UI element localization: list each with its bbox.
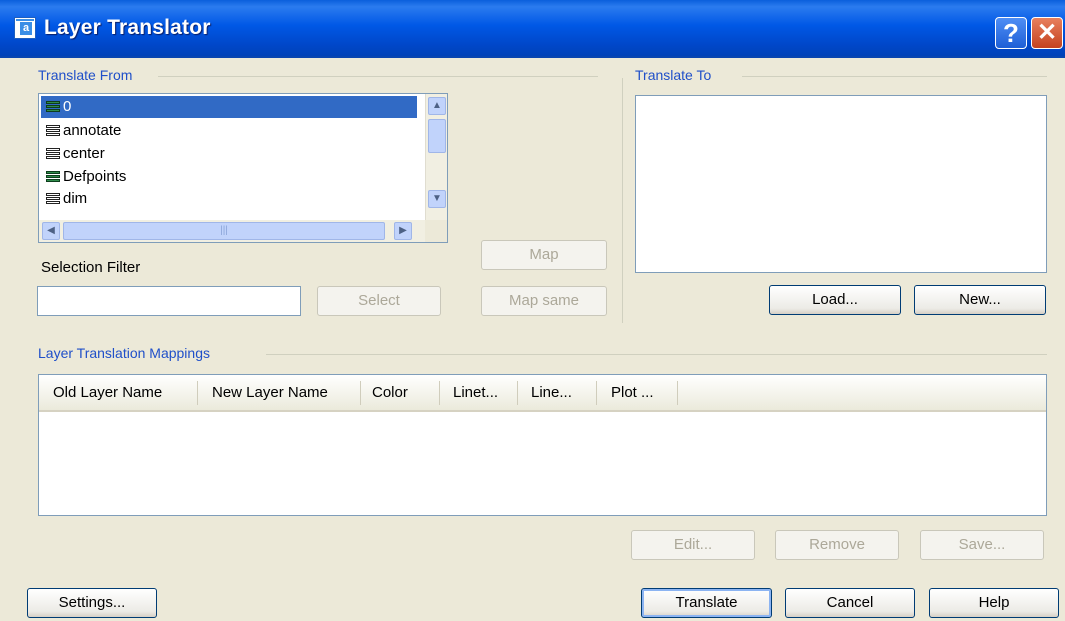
translate-to-label: Translate To [635, 67, 712, 83]
layer-stack-green-icon [46, 171, 60, 182]
close-button[interactable]: ✕ [1031, 17, 1063, 49]
scroll-thumb[interactable] [428, 119, 446, 153]
selection-filter-input[interactable] [37, 286, 301, 316]
scroll-left-icon[interactable]: ◀ [42, 222, 60, 240]
column-header[interactable]: Line... [531, 384, 572, 401]
settings-button[interactable]: Settings... [27, 588, 157, 618]
mappings-label: Layer Translation Mappings [38, 345, 210, 361]
title-bar: a Layer Translator ? ✕ [0, 0, 1065, 58]
translate-from-list[interactable]: 0 annotate center Defpoints dim ▲ ▼ ◀ ||… [38, 93, 448, 243]
cancel-button[interactable]: Cancel [785, 588, 915, 618]
layer-stack-icon [46, 193, 60, 204]
column-header[interactable]: Color [372, 384, 408, 401]
load-button[interactable]: Load... [769, 285, 901, 315]
selection-filter-label: Selection Filter [41, 259, 141, 276]
app-icon: a [14, 17, 36, 39]
help-button[interactable]: Help [929, 588, 1059, 618]
vertical-scrollbar[interactable]: ▲ ▼ [425, 94, 447, 220]
list-item[interactable]: center [41, 143, 417, 165]
scroll-right-icon[interactable]: ▶ [394, 222, 412, 240]
column-header[interactable]: Plot ... [611, 384, 654, 401]
layer-stack-icon [46, 125, 60, 136]
select-button[interactable]: Select [317, 286, 441, 316]
divider [266, 354, 1047, 355]
column-header[interactable]: Old Layer Name [53, 384, 162, 401]
translate-to-list[interactable] [635, 95, 1047, 273]
map-button[interactable]: Map [481, 240, 607, 270]
mappings-table[interactable]: Old Layer Name New Layer Name Color Line… [38, 374, 1047, 516]
column-header[interactable]: Linet... [453, 384, 498, 401]
layer-stack-icon [46, 148, 60, 159]
list-item[interactable]: Defpoints [41, 166, 417, 188]
help-title-button[interactable]: ? [995, 17, 1027, 49]
scroll-thumb[interactable]: ||| [63, 222, 385, 240]
table-header: Old Layer Name New Layer Name Color Line… [39, 375, 1046, 412]
edit-button[interactable]: Edit... [631, 530, 755, 560]
scroll-up-icon[interactable]: ▲ [428, 97, 446, 115]
list-item[interactable]: annotate [41, 120, 417, 142]
map-same-button[interactable]: Map same [481, 286, 607, 316]
save-button[interactable]: Save... [920, 530, 1044, 560]
divider [742, 76, 1047, 77]
translate-button[interactable]: Translate [641, 588, 772, 618]
list-item[interactable]: dim [41, 188, 417, 210]
window-title: Layer Translator [44, 16, 211, 39]
remove-button[interactable]: Remove [775, 530, 899, 560]
list-item[interactable]: 0 [41, 96, 417, 118]
scroll-down-icon[interactable]: ▼ [428, 190, 446, 208]
new-button[interactable]: New... [914, 285, 1046, 315]
divider [622, 78, 623, 323]
column-header[interactable]: New Layer Name [212, 384, 328, 401]
layer-stack-green-icon [46, 101, 60, 112]
horizontal-scrollbar[interactable]: ◀ ||| ▶ [39, 220, 425, 242]
translate-from-label: Translate From [38, 67, 133, 83]
divider [158, 76, 598, 77]
